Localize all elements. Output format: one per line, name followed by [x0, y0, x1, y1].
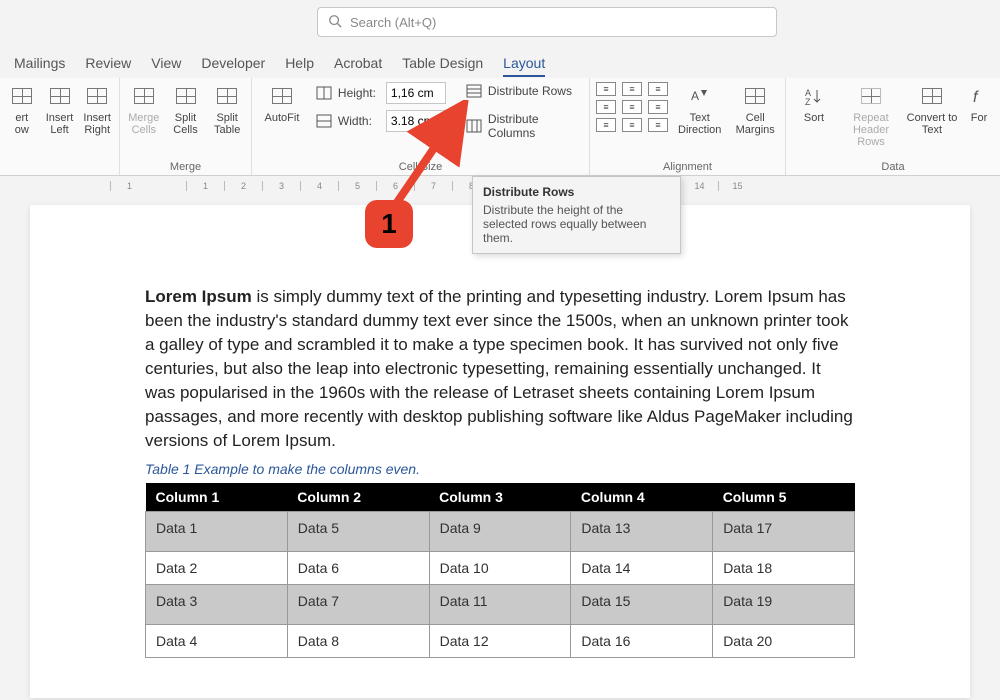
table-header[interactable]: Column 2: [287, 483, 429, 512]
cell-size-group-label: Cell Size: [258, 161, 583, 173]
height-input[interactable]: [386, 82, 446, 104]
row-height-field[interactable]: Height:: [316, 82, 446, 104]
table-cell[interactable]: Data 4: [146, 625, 288, 658]
table-cell[interactable]: Data 11: [429, 585, 571, 625]
svg-text:A: A: [691, 89, 699, 103]
convert-to-text-button[interactable]: Convert to Text: [906, 82, 958, 136]
text-direction-icon: A: [688, 84, 712, 108]
tab-acrobat[interactable]: Acrobat: [334, 55, 382, 77]
table-cell[interactable]: Data 17: [713, 512, 855, 552]
table-cell[interactable]: Data 2: [146, 552, 288, 585]
sort-icon: AZ: [802, 84, 826, 108]
tab-mailings[interactable]: Mailings: [14, 55, 65, 77]
table-cell[interactable]: Data 14: [571, 552, 713, 585]
insert-right-button[interactable]: Insert Right: [81, 82, 113, 136]
table-cell[interactable]: Data 10: [429, 552, 571, 585]
table-cell[interactable]: Data 16: [571, 625, 713, 658]
table-cell[interactable]: Data 5: [287, 512, 429, 552]
tab-table-design[interactable]: Table Design: [402, 55, 483, 77]
table-row[interactable]: Data 3Data 7Data 11Data 15Data 19: [146, 585, 855, 625]
table-cell[interactable]: Data 3: [146, 585, 288, 625]
search-box[interactable]: Search (Alt+Q): [317, 7, 777, 37]
document-page: Lorem Ipsum is simply dummy text of the …: [30, 205, 970, 698]
ribbon: ertow Insert Left Insert Right Merge Cel…: [0, 78, 1000, 176]
merge-cells-button: Merge Cells: [126, 82, 162, 136]
width-icon: [316, 114, 334, 128]
table-cell[interactable]: Data 15: [571, 585, 713, 625]
table-cell[interactable]: Data 19: [713, 585, 855, 625]
table-cell[interactable]: Data 20: [713, 625, 855, 658]
annotation-badge: 1: [365, 200, 413, 248]
insert-left-button[interactable]: Insert Left: [44, 82, 76, 136]
table-header[interactable]: Column 5: [713, 483, 855, 512]
width-input[interactable]: [386, 110, 446, 132]
tab-layout[interactable]: Layout: [503, 55, 545, 77]
table-cell[interactable]: Data 18: [713, 552, 855, 585]
svg-text:f: f: [973, 89, 979, 106]
table-cell[interactable]: Data 13: [571, 512, 713, 552]
split-cells-button[interactable]: Split Cells: [168, 82, 204, 136]
text-direction-button[interactable]: AText Direction: [674, 82, 725, 136]
search-placeholder: Search (Alt+Q): [350, 15, 436, 30]
data-group-label: Data: [792, 161, 994, 173]
tab-view[interactable]: View: [151, 55, 181, 77]
tab-help[interactable]: Help: [285, 55, 314, 77]
height-icon: [316, 86, 334, 100]
table-row[interactable]: Data 2Data 6Data 10Data 14Data 18: [146, 552, 855, 585]
sort-button[interactable]: AZSort: [792, 82, 836, 124]
tab-developer[interactable]: Developer: [201, 55, 265, 77]
column-width-field[interactable]: Width:: [316, 110, 446, 132]
table-cell[interactable]: Data 12: [429, 625, 571, 658]
autofit-button[interactable]: AutoFit: [258, 82, 306, 124]
formula-icon: f: [967, 84, 991, 108]
tab-review[interactable]: Review: [85, 55, 131, 77]
table-cell[interactable]: Data 6: [287, 552, 429, 585]
table-cell[interactable]: Data 8: [287, 625, 429, 658]
distribute-columns-button[interactable]: Distribute Columns: [462, 110, 583, 142]
body-paragraph: Lorem Ipsum is simply dummy text of the …: [145, 285, 855, 453]
alignment-group-label: Alignment: [596, 161, 779, 173]
distribute-rows-button[interactable]: Distribute Rows: [462, 82, 583, 100]
tooltip-body: Distribute the height of the selected ro…: [483, 203, 670, 245]
repeat-header-rows-button: Repeat Header Rows: [842, 82, 900, 148]
cell-margins-button[interactable]: Cell Margins: [731, 82, 779, 136]
insert-above-button[interactable]: ertow: [6, 82, 38, 136]
distribute-columns-icon: [466, 119, 482, 133]
formula-button[interactable]: fFor: [964, 82, 994, 124]
table-cell[interactable]: Data 9: [429, 512, 571, 552]
table-row[interactable]: Data 1Data 5Data 9Data 13Data 17: [146, 512, 855, 552]
example-table[interactable]: Column 1Column 2Column 3Column 4Column 5…: [145, 483, 855, 658]
merge-group-label: Merge: [126, 161, 245, 173]
svg-text:Z: Z: [805, 97, 811, 106]
tooltip-title: Distribute Rows: [483, 185, 670, 199]
search-icon: [328, 14, 342, 31]
table-cell[interactable]: Data 1: [146, 512, 288, 552]
ribbon-tabs: Mailings Review View Developer Help Acrobat Ta…: [0, 55, 545, 77]
distribute-rows-tooltip: Distribute Rows Distribute the height of…: [472, 176, 681, 254]
table-cell[interactable]: Data 7: [287, 585, 429, 625]
table-row[interactable]: Data 4Data 8Data 12Data 16Data 20: [146, 625, 855, 658]
split-table-button[interactable]: Split Table: [209, 82, 245, 136]
table-header[interactable]: Column 1: [146, 483, 288, 512]
table-caption: Table 1 Example to make the columns even…: [145, 461, 855, 477]
table-header[interactable]: Column 4: [571, 483, 713, 512]
table-header[interactable]: Column 3: [429, 483, 571, 512]
alignment-grid[interactable]: ≡≡≡ ≡≡≡ ≡≡≡: [596, 82, 668, 132]
distribute-rows-icon: [466, 84, 482, 98]
